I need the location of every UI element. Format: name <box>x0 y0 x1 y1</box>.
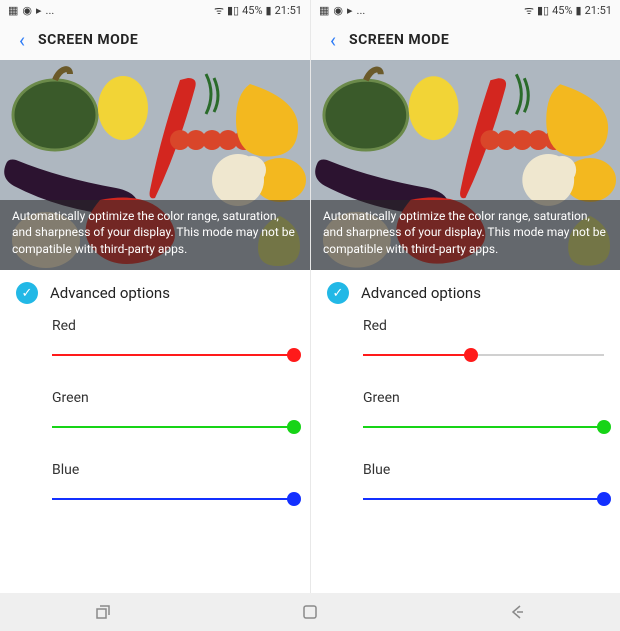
slider-thumb[interactable] <box>597 492 611 506</box>
advanced-options-row[interactable]: ✓ Advanced options <box>311 270 620 314</box>
advanced-options-label: Advanced options <box>361 284 481 302</box>
system-navbar <box>0 593 620 631</box>
page-title: SCREEN MODE <box>349 32 449 48</box>
slider-track-fill <box>52 498 294 500</box>
slider-red: Red <box>52 318 294 362</box>
slider-track-fill <box>363 354 471 356</box>
status-bar: ▦ ◉ ▸... ᯤ▮▯45% ▮21:51 <box>0 0 310 20</box>
status-time: 21:51 <box>275 4 302 17</box>
slider-thumb[interactable] <box>287 492 301 506</box>
battery-icon: ▮ <box>576 4 582 17</box>
pane-right: ▦ ◉ ▸... ᯤ▮▯45% ▮21:51 ‹SCREEN MODE Automatica… <box>310 0 620 593</box>
checkmark-icon[interactable]: ✓ <box>327 282 349 304</box>
nav-back-button[interactable] <box>414 603 619 621</box>
sliders-container: Red Green Blue <box>311 314 620 512</box>
slider-thumb[interactable] <box>597 420 611 434</box>
battery-percent: 45% <box>242 4 262 17</box>
back-chevron-icon[interactable]: ‹ <box>10 28 34 52</box>
slider-track[interactable] <box>363 348 604 362</box>
slider-track[interactable] <box>52 348 294 362</box>
slider-blue: Blue <box>52 462 294 506</box>
slider-label: Red <box>52 318 294 334</box>
preview-description: Automatically optimize the color range, … <box>0 200 310 270</box>
slider-thumb[interactable] <box>464 348 478 362</box>
play-icon: ▸ <box>347 4 353 17</box>
image-icon: ▦ <box>8 4 18 17</box>
checkmark-icon[interactable]: ✓ <box>16 282 38 304</box>
wifi-icon: ᯤ <box>214 3 224 18</box>
slider-green: Green <box>52 390 294 434</box>
image-icon: ▦ <box>319 4 329 17</box>
play-icon: ▸ <box>36 4 42 17</box>
slider-track[interactable] <box>363 492 604 506</box>
slider-label: Red <box>363 318 604 334</box>
signal-icon: ▮▯ <box>537 4 549 17</box>
slider-red: Red <box>363 318 604 362</box>
status-time: 21:51 <box>585 4 612 17</box>
topbar: ‹SCREEN MODE <box>0 20 310 60</box>
advanced-options-label: Advanced options <box>50 284 170 302</box>
topbar: ‹SCREEN MODE <box>311 20 620 60</box>
preview-description: Automatically optimize the color range, … <box>311 200 620 270</box>
status-bar: ▦ ◉ ▸... ᯤ▮▯45% ▮21:51 <box>311 0 620 20</box>
slider-track[interactable] <box>363 420 604 434</box>
globe-icon: ◉ <box>333 4 343 17</box>
nav-recents-button[interactable] <box>1 603 206 621</box>
slider-label: Green <box>363 390 604 406</box>
ellipsis: ... <box>46 4 55 17</box>
battery-percent: 45% <box>552 4 572 17</box>
slider-track-fill <box>52 426 294 428</box>
preview-image: Automatically optimize the color range, … <box>0 60 310 270</box>
slider-track-fill <box>363 426 604 428</box>
slider-track-fill <box>52 354 294 356</box>
pane-left: ▦ ◉ ▸... ᯤ▮▯45% ▮21:51 ‹SCREEN MODE Automatica… <box>0 0 310 593</box>
slider-label: Blue <box>363 462 604 478</box>
wifi-icon: ᯤ <box>524 3 534 18</box>
ellipsis: ... <box>357 4 366 17</box>
slider-track-fill <box>363 498 604 500</box>
page-title: SCREEN MODE <box>38 32 138 48</box>
back-chevron-icon[interactable]: ‹ <box>321 28 345 52</box>
slider-track[interactable] <box>52 492 294 506</box>
advanced-options-row[interactable]: ✓ Advanced options <box>0 270 310 314</box>
nav-home-button[interactable] <box>208 603 413 621</box>
slider-thumb[interactable] <box>287 420 301 434</box>
slider-track[interactable] <box>52 420 294 434</box>
sliders-container: Red Green Blue <box>0 314 310 512</box>
slider-blue: Blue <box>363 462 604 506</box>
signal-icon: ▮▯ <box>227 4 239 17</box>
slider-green: Green <box>363 390 604 434</box>
globe-icon: ◉ <box>22 4 32 17</box>
battery-icon: ▮ <box>266 4 272 17</box>
preview-image: Automatically optimize the color range, … <box>311 60 620 270</box>
slider-thumb[interactable] <box>287 348 301 362</box>
slider-label: Blue <box>52 462 294 478</box>
slider-label: Green <box>52 390 294 406</box>
